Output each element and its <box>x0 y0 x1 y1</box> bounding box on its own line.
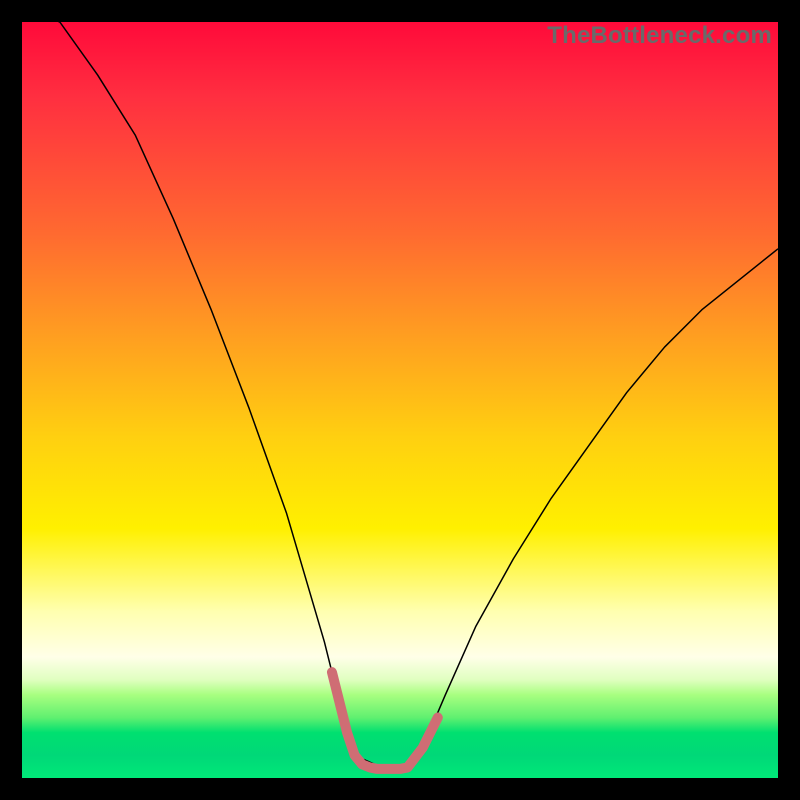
watermark-text: TheBottleneck.com <box>547 22 772 50</box>
plot-area: TheBottleneck.com <box>22 22 778 778</box>
chart-container: { "watermark": "TheBottleneck.com", "cha… <box>0 0 800 800</box>
heatmap-gradient <box>22 22 778 778</box>
